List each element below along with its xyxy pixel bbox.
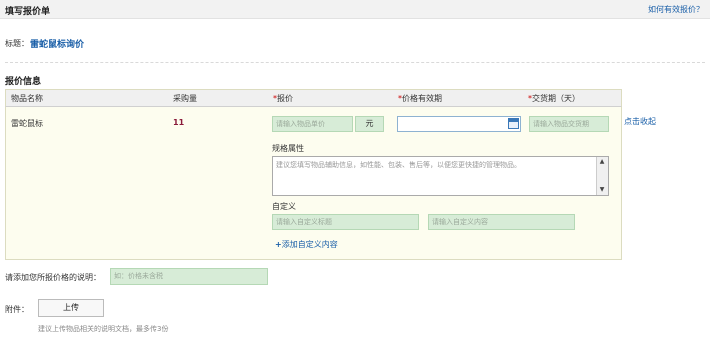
divider (5, 62, 705, 63)
item-name: 雷蛇鼠标 (11, 119, 43, 128)
item-qty: 11 (173, 118, 185, 127)
col-header-name: 物品名称 (11, 94, 43, 103)
attachment-label: 附件： (5, 305, 29, 314)
custom-content-input[interactable]: 请输入自定义内容 (428, 214, 575, 230)
scroll-down-icon[interactable]: ▼ (598, 186, 606, 194)
help-link[interactable]: 如何有效报价？ (648, 4, 704, 15)
upload-hint: 建议上传物品相关的说明文档，最多传3份 (38, 325, 169, 333)
add-custom-link[interactable]: +添加自定义内容 (275, 239, 338, 250)
custom-title-input[interactable]: 请输入自定义标题 (272, 214, 419, 230)
currency-label: 元 (355, 116, 384, 132)
page-title: 填写报价单 (5, 7, 51, 17)
upload-button[interactable]: 上传 (38, 299, 104, 317)
col-header-qty: 采购量 (173, 94, 197, 103)
col-header-price: *报价 (273, 93, 293, 104)
header-bar (0, 0, 710, 19)
title-value: 雷蛇鼠标询价 (30, 40, 85, 50)
price-input[interactable]: 请输入物品单价 (272, 116, 353, 132)
scroll-up-icon[interactable]: ▲ (598, 158, 606, 166)
col-header-validity: *价格有效期 (398, 93, 442, 104)
col-header-validity-label: 价格有效期 (402, 94, 442, 103)
calendar-icon[interactable] (508, 118, 519, 129)
col-header-delivery: *交货期（天） (528, 93, 580, 104)
section-title: 报价信息 (5, 77, 42, 87)
collapse-link[interactable]: 点击收起 (624, 116, 656, 127)
note-label: 请添加您所报价格的说明： (5, 273, 101, 282)
col-header-delivery-label: 交货期（天） (532, 94, 580, 103)
custom-label: 自定义 (272, 202, 296, 211)
spec-label: 规格属性 (272, 144, 304, 153)
validity-date-input[interactable] (397, 116, 521, 132)
plus-icon: + (275, 240, 282, 249)
title-label: 标题： (5, 39, 29, 48)
spec-textarea[interactable]: 建议您填写物品辅助信息，如性能、包装、售后等，以便您更快捷的管理物品。 (272, 156, 609, 196)
delivery-input[interactable]: 请输入物品交货期 (529, 116, 609, 132)
col-header-price-label: 报价 (277, 94, 293, 103)
note-input[interactable]: 如：价格未含税 (110, 268, 268, 285)
add-custom-label: 添加自定义内容 (281, 240, 338, 249)
